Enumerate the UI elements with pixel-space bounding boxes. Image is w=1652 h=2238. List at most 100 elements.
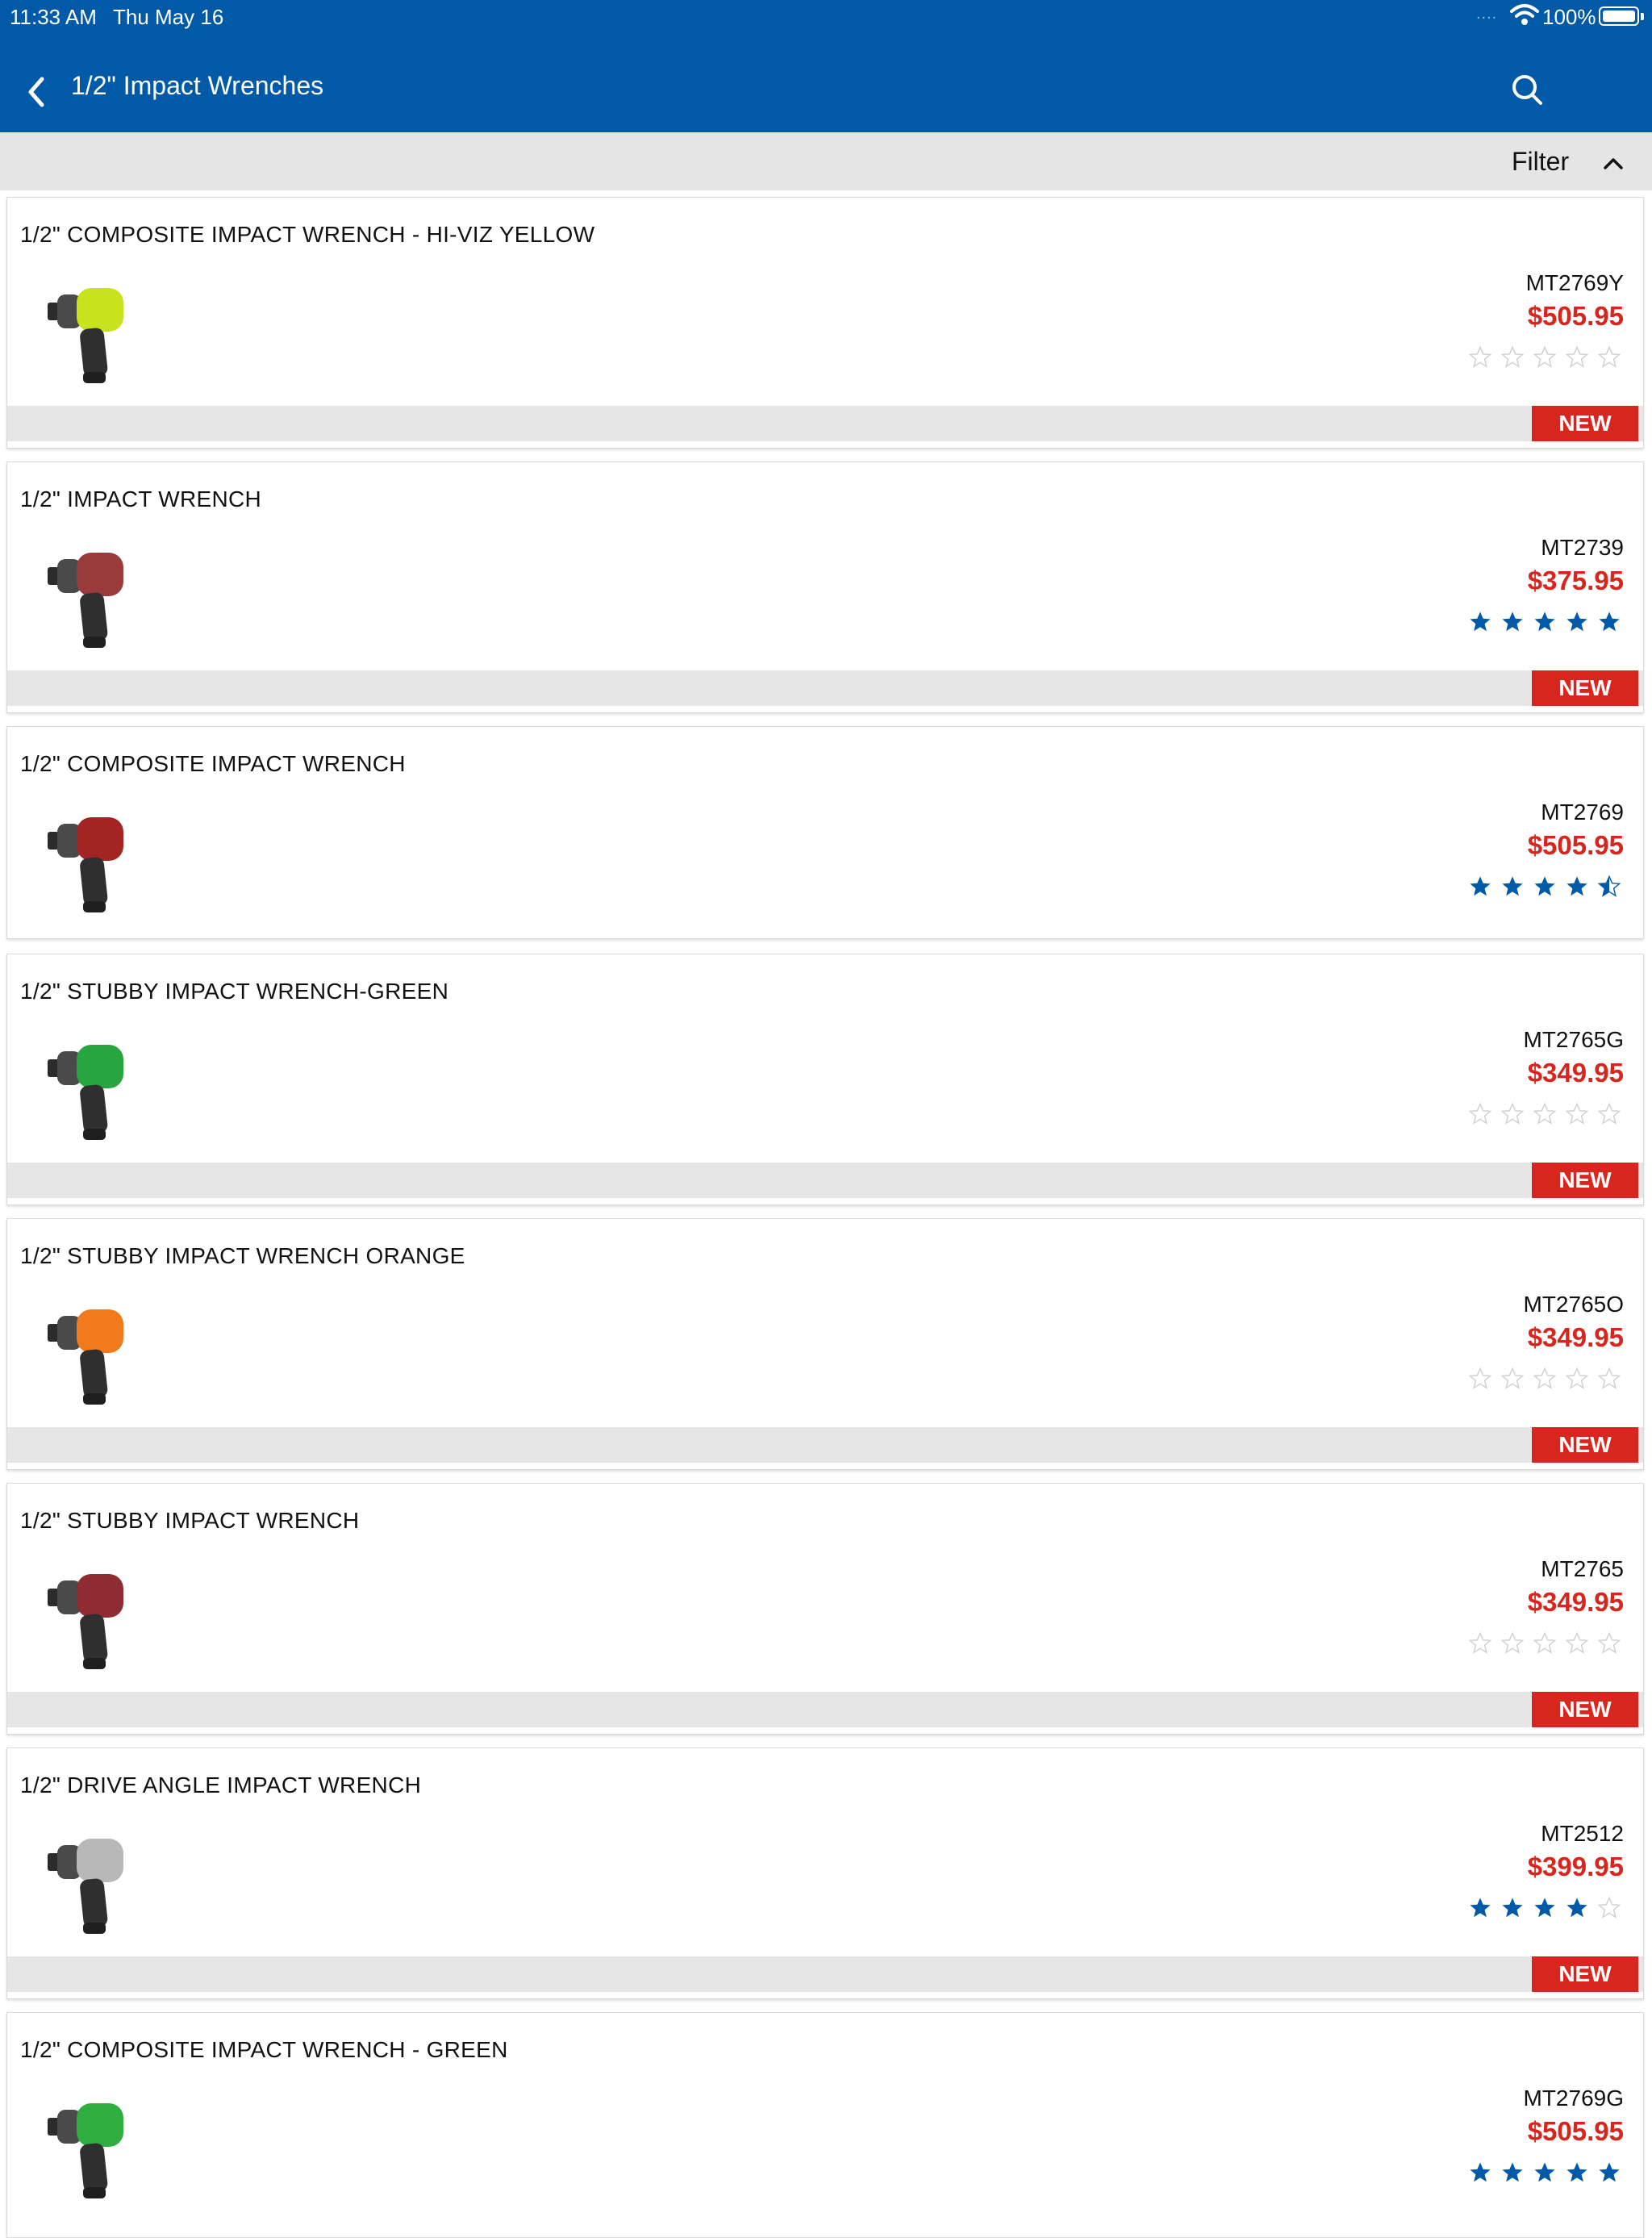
product-sku: MT2769 [1541, 800, 1624, 825]
product-title: 1/2" STUBBY IMPACT WRENCH-GREEN [20, 979, 449, 1004]
star-rating [1470, 875, 1621, 897]
star-icon [1470, 612, 1491, 632]
star-rating [1468, 1631, 1621, 1654]
battery-icon [1599, 6, 1644, 26]
product-image[interactable] [30, 2086, 151, 2207]
product-image[interactable] [30, 800, 151, 921]
star-icon [1599, 2162, 1620, 2182]
filter-label: Filter [1512, 147, 1570, 176]
product-title: 1/2" STUBBY IMPACT WRENCH ORANGE [20, 1243, 465, 1268]
product-image[interactable] [30, 270, 151, 391]
status-bar: 11:33 AM Thu May 16 .... 100% [0, 0, 1652, 32]
product-price: $505.95 [1527, 301, 1624, 331]
product-image[interactable] [30, 1027, 151, 1148]
signal-icon: .... [1476, 5, 1498, 23]
chevron-left-icon[interactable] [19, 68, 52, 116]
filter-bar: Filter [0, 132, 1652, 190]
star-icon [1533, 1367, 1557, 1389]
status-time: 11:33 AM [10, 5, 97, 29]
star-icon [1500, 1367, 1525, 1389]
product-price: $505.95 [1527, 2116, 1624, 2146]
wifi-icon [1510, 4, 1539, 25]
product-card[interactable]: 1/2" STUBBY IMPACT WRENCH ORANGE MT2765O $… [6, 1218, 1644, 1470]
product-sku: MT2765G [1523, 1027, 1625, 1052]
star-icon [1599, 612, 1620, 632]
filter-button[interactable]: Filter [1475, 132, 1652, 190]
star-rating [1470, 1896, 1621, 1919]
star-icon [1565, 1102, 1589, 1125]
star-icon [1533, 345, 1557, 368]
product-card[interactable]: 1/2" IMPACT WRENCH MT2739 $375.95 NEW [6, 461, 1644, 713]
star-icon [1566, 876, 1587, 896]
product-image[interactable] [30, 1292, 151, 1413]
product-image[interactable] [30, 1821, 151, 1942]
product-sku: MT2765 [1541, 1556, 1624, 1581]
new-badge: NEW [1532, 670, 1638, 706]
star-icon [1502, 1898, 1523, 1918]
product-card[interactable]: 1/2" STUBBY IMPACT WRENCH-GREEN MT2765G $3… [6, 954, 1644, 1205]
star-icon [1565, 1367, 1589, 1389]
star-icon [1565, 1631, 1589, 1654]
product-image[interactable] [30, 535, 151, 656]
star-icon [1597, 1367, 1621, 1389]
star-icon [1534, 612, 1555, 632]
search-icon[interactable] [1504, 66, 1552, 115]
star-icon [1500, 1102, 1525, 1125]
product-price: $349.95 [1527, 1322, 1624, 1352]
badge-strip: NEW [7, 1956, 1643, 1992]
star-icon [1470, 2162, 1491, 2182]
new-badge: NEW [1532, 1163, 1638, 1198]
star-icon [1468, 1102, 1492, 1125]
star-icon [1470, 876, 1491, 896]
star-rating [1470, 612, 1620, 632]
star-icon [1468, 1631, 1492, 1654]
product-card[interactable]: 1/2" STUBBY IMPACT WRENCH MT2765 $349.95 NE… [6, 1483, 1644, 1735]
product-price: $505.95 [1527, 830, 1624, 860]
product-price: $375.95 [1527, 566, 1624, 595]
star-icon [1597, 875, 1621, 897]
star-icon [1502, 876, 1523, 896]
product-title: 1/2" IMPACT WRENCH [20, 486, 262, 511]
star-icon [1533, 1631, 1557, 1654]
app-header: 11:33 AM Thu May 16 .... 100% 1/2" Impac… [0, 0, 1652, 132]
product-price: $349.95 [1527, 1058, 1624, 1088]
star-icon [1534, 2162, 1555, 2182]
star-rating [1468, 1102, 1621, 1125]
star-icon [1566, 1898, 1587, 1918]
product-card[interactable]: 1/2" COMPOSITE IMPACT WRENCH MT2769 $505.9… [6, 726, 1644, 939]
badge-strip: NEW [7, 670, 1643, 706]
product-sku: MT2512 [1541, 1821, 1624, 1846]
product-image[interactable] [30, 1556, 151, 1677]
new-badge: NEW [1532, 406, 1638, 441]
star-icon [1565, 345, 1589, 368]
star-icon [1470, 1898, 1491, 1918]
product-sku: MT2769Y [1525, 270, 1624, 295]
badge-strip: NEW [7, 1427, 1643, 1463]
badge-strip: NEW [7, 1692, 1643, 1727]
product-title: 1/2" STUBBY IMPACT WRENCH [20, 1508, 360, 1533]
product-card[interactable]: 1/2" DRIVE ANGLE IMPACT WRENCH MT2512 $399… [6, 1747, 1644, 1999]
product-title: 1/2" COMPOSITE IMPACT WRENCH - GREEN [20, 2037, 508, 2062]
badge-strip: NEW [7, 1163, 1643, 1198]
star-rating [1468, 345, 1621, 368]
product-title: 1/2" COMPOSITE IMPACT WRENCH - HI-VIZ YE… [20, 222, 595, 247]
new-badge: NEW [1532, 1692, 1638, 1727]
nav-bar: 1/2" Impact Wrenches [0, 52, 1652, 132]
star-icon [1597, 1896, 1621, 1919]
battery-percent: 100% [1542, 5, 1596, 29]
product-sku: MT2765O [1523, 1292, 1625, 1317]
status-date: Thu May 16 [113, 5, 224, 29]
star-icon [1597, 345, 1621, 368]
star-icon [1502, 612, 1523, 632]
product-card[interactable]: 1/2" COMPOSITE IMPACT WRENCH - GREEN MT27… [6, 2012, 1644, 2238]
product-title: 1/2" COMPOSITE IMPACT WRENCH [20, 751, 406, 776]
page-title: 1/2" Impact Wrenches [71, 71, 324, 100]
product-sku: MT2739 [1541, 535, 1624, 560]
star-icon [1534, 1898, 1555, 1918]
product-price: $349.95 [1527, 1587, 1624, 1617]
chevron-up-icon [1604, 158, 1623, 169]
star-icon [1597, 1102, 1621, 1125]
star-icon [1534, 876, 1555, 896]
product-card[interactable]: 1/2" COMPOSITE IMPACT WRENCH - HI-VIZ YE… [6, 197, 1644, 449]
star-icon [1502, 2162, 1523, 2182]
